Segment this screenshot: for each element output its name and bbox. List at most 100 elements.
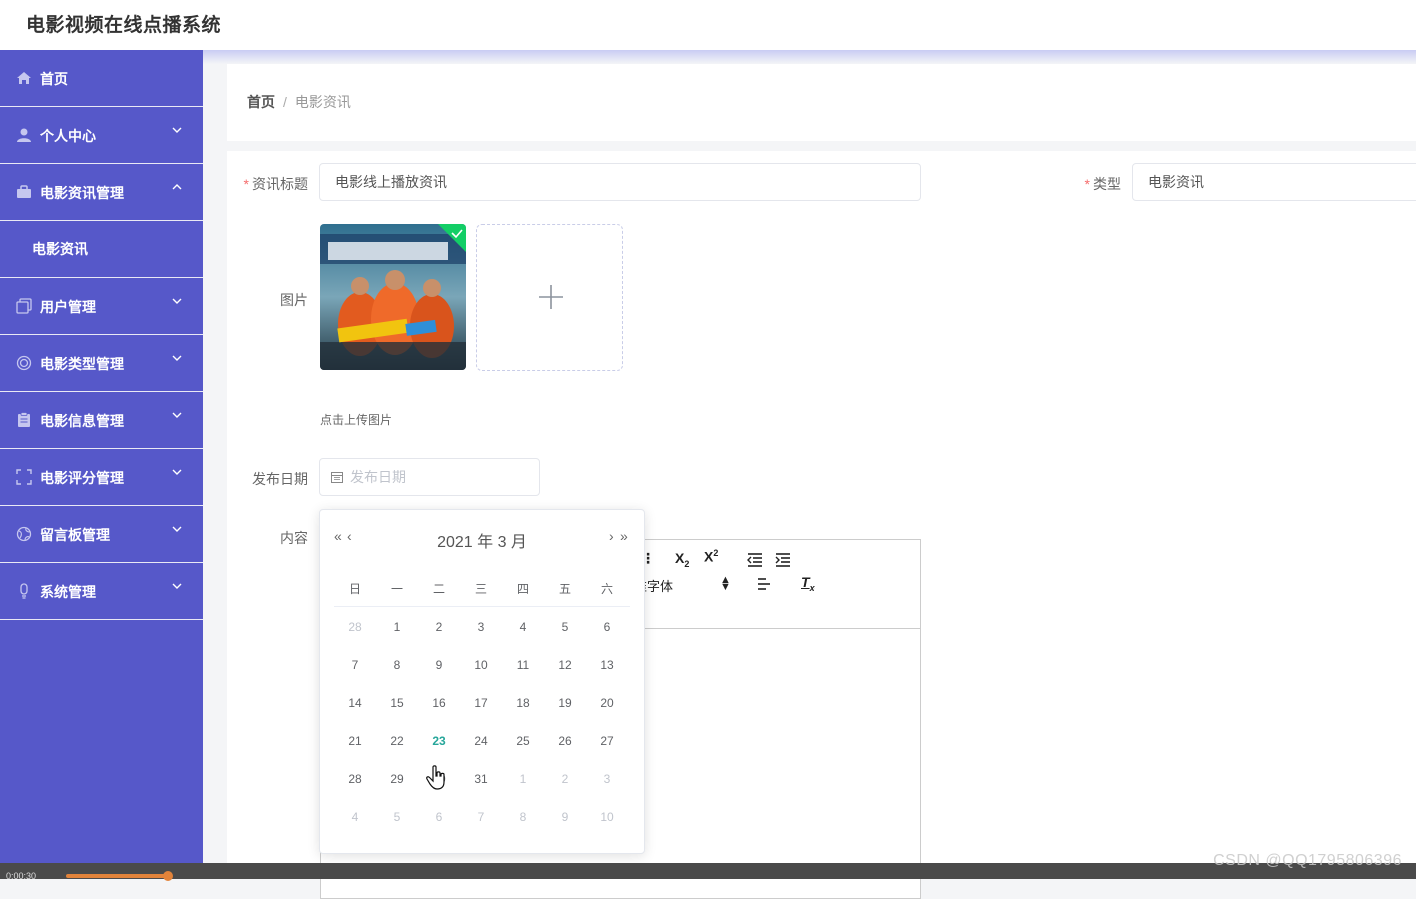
calendar-day[interactable]: 1 [376, 620, 418, 634]
calendar-day[interactable]: 8 [502, 810, 544, 824]
next-year-button[interactable]: » [620, 528, 628, 544]
type-input[interactable]: 电影资讯 [1132, 163, 1416, 201]
calendar-day[interactable]: 3 [586, 772, 628, 786]
bulb-icon [20, 583, 28, 599]
calendar-day[interactable]: 4 [502, 620, 544, 634]
weekday-label: 五 [558, 582, 571, 596]
date-picker-title[interactable]: 2021 年 3 月 [320, 528, 644, 552]
calendar-day[interactable]: 6 [418, 810, 460, 824]
calendar-day[interactable]: 21 [334, 734, 376, 748]
calendar-day[interactable]: 19 [544, 696, 586, 710]
sidebar-item-movie-rating-management[interactable]: 电影评分管理 [0, 449, 203, 506]
calendar-day[interactable]: 16 [418, 696, 460, 710]
calendar-day[interactable]: 15 [376, 696, 418, 710]
video-progress-bar[interactable]: 0:00:30 [0, 863, 1416, 881]
chevron-up-icon [172, 184, 182, 190]
required-mark: * [1084, 176, 1090, 192]
sidebar-item-label: 电影信息管理 [40, 413, 124, 429]
header-shadow [203, 50, 1416, 64]
breadcrumb-home[interactable]: 首页 [247, 94, 275, 110]
superscript-icon[interactable]: X2 [704, 548, 718, 565]
sidebar-item-home[interactable]: 首页 [0, 50, 203, 107]
calendar-day[interactable]: 10 [586, 810, 628, 824]
video-time: 0:00:30 [6, 871, 37, 881]
calendar-day[interactable]: 17 [460, 696, 502, 710]
calendar-day[interactable]: 3 [460, 620, 502, 634]
calendar-day[interactable]: 1 [502, 772, 544, 786]
date-placeholder: 发布日期 [350, 469, 406, 485]
calendar-day[interactable]: 12 [544, 658, 586, 672]
calendar-day[interactable]: 18 [502, 696, 544, 710]
title-input[interactable]: 电影线上播放资讯 [319, 163, 921, 201]
ring-icon [16, 355, 32, 371]
calendar-day[interactable]: 10 [460, 658, 502, 672]
calendar-day[interactable]: 5 [544, 620, 586, 634]
calendar-day[interactable]: 25 [502, 734, 544, 748]
calendar-day[interactable]: 11 [502, 658, 544, 672]
chevron-down-icon [172, 412, 182, 418]
calendar-day[interactable]: 9 [418, 658, 460, 672]
sidebar-item-message-board-management[interactable]: 留言板管理 [0, 506, 203, 563]
calendar-day[interactable]: 2 [418, 620, 460, 634]
image-label: 图片 [280, 292, 308, 308]
watermark: CSDN @QQ1795806396 [1213, 852, 1402, 869]
calendar-day[interactable]: 7 [334, 658, 376, 672]
sidebar-item-movie-news-management[interactable]: 电影资讯管理 [0, 164, 203, 221]
clear-format-icon[interactable]: Tx [801, 574, 815, 593]
calendar-day[interactable]: 28 [334, 772, 376, 786]
calendar-day[interactable]: 22 [376, 734, 418, 748]
clipboard-icon [18, 412, 30, 427]
calendar-day[interactable]: 5 [376, 810, 418, 824]
calendar-day[interactable]: 7 [460, 810, 502, 824]
calendar-day[interactable]: 27 [586, 734, 628, 748]
sidebar-item-label: 系统管理 [40, 584, 96, 600]
breadcrumb-separator: / [283, 94, 287, 110]
sidebar-subitem-movie-news[interactable]: 电影资讯 [0, 221, 203, 278]
outdent-icon[interactable] [747, 553, 763, 567]
copy-icon [16, 298, 32, 314]
calendar-day[interactable]: 26 [544, 734, 586, 748]
progress-knob[interactable] [163, 871, 173, 881]
hand-cursor-icon [426, 765, 445, 790]
font-select-arrow-down-icon: ▼ [720, 581, 731, 593]
calendar-day[interactable]: 31 [460, 772, 502, 786]
date-input[interactable]: 发布日期 [319, 458, 540, 496]
sidebar-item-label: 电影评分管理 [40, 470, 124, 486]
calendar-day[interactable]: 4 [334, 810, 376, 824]
uploaded-image-thumbnail[interactable] [320, 224, 466, 370]
sidebar-item-user-management[interactable]: 用户管理 [0, 278, 203, 335]
calendar-day[interactable]: 8 [376, 658, 418, 672]
calendar-day[interactable]: 14 [334, 696, 376, 710]
sidebar-item-personal-center[interactable]: 个人中心 [0, 107, 203, 164]
required-mark: * [243, 176, 249, 192]
calendar-day[interactable]: 29 [376, 772, 418, 786]
calendar-day[interactable]: 13 [586, 658, 628, 672]
calendar-day[interactable]: 28 [334, 620, 376, 634]
subscript-icon[interactable]: X2 [675, 550, 689, 569]
sidebar-item-label: 电影资讯 [32, 241, 88, 257]
calendar-day[interactable]: 23 [418, 734, 460, 748]
frame-icon [16, 469, 32, 485]
sidebar-item-movie-info-management[interactable]: 电影信息管理 [0, 392, 203, 449]
sidebar-item-label: 用户管理 [40, 299, 96, 315]
align-left-icon[interactable] [757, 578, 771, 590]
next-month-button[interactable]: › [609, 528, 614, 544]
sidebar: 首页 个人中心 电影资讯管理 电影资讯 用户管理 电影类型管理 电影信息管理 电… [0, 50, 203, 879]
calendar-day[interactable]: 2 [544, 772, 586, 786]
weekday-label: 一 [390, 582, 403, 596]
calendar-day[interactable]: 9 [544, 810, 586, 824]
image-upload-button[interactable] [476, 224, 623, 371]
chevron-down-icon [172, 355, 182, 361]
calendar-day[interactable]: 20 [586, 696, 628, 710]
type-label: * 类型 [1077, 174, 1121, 194]
sidebar-item-label: 个人中心 [40, 128, 96, 144]
calendar-day[interactable]: 6 [586, 620, 628, 634]
calendar-day[interactable]: 24 [460, 734, 502, 748]
chevron-down-icon [172, 526, 182, 532]
sidebar-item-system-management[interactable]: 系统管理 [0, 563, 203, 620]
sidebar-item-movie-type-management[interactable]: 电影类型管理 [0, 335, 203, 392]
sidebar-item-label: 电影资讯管理 [40, 185, 124, 201]
title-label: * 资讯标题 [240, 174, 308, 194]
indent-icon[interactable] [775, 553, 791, 567]
content-label: 内容 [280, 530, 308, 546]
